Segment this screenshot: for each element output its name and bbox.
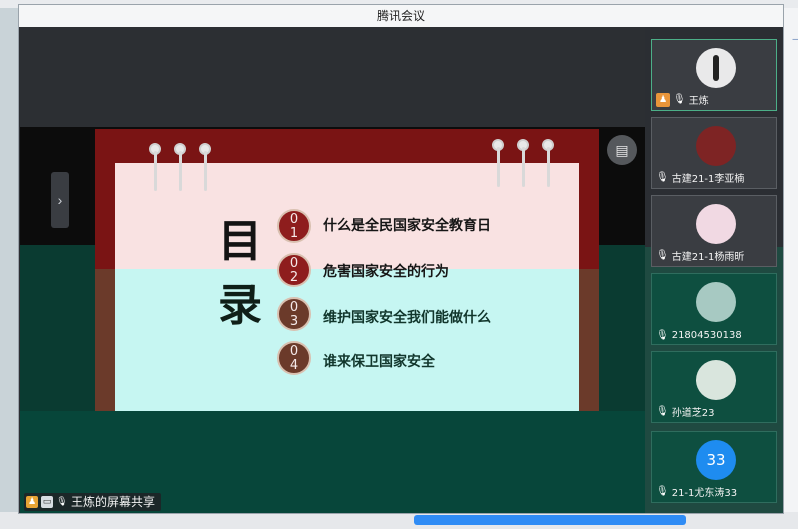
- background-bottom: [0, 512, 798, 529]
- participant-name: 孙道芝23: [671, 408, 715, 419]
- participant-avatar: [696, 204, 736, 244]
- background-window-left: [0, 8, 20, 529]
- participant-name: 古建21-1杨雨昕: [671, 252, 745, 263]
- participant-tile[interactable]: 🎙 孙道芝23: [651, 351, 777, 423]
- toc-number-top: 0: [289, 256, 299, 271]
- participant-tile[interactable]: 33 🎙 21-1尤东涛33: [651, 431, 777, 503]
- slide-frame-right: [579, 269, 599, 411]
- binder-ring-stem: [179, 151, 182, 191]
- participant-name: 王炼: [688, 96, 709, 107]
- toc-number-bottom: 1: [289, 226, 299, 241]
- binder-ring-stem: [204, 151, 207, 191]
- host-icon: ♟: [26, 496, 38, 508]
- participant-name-row: ♟ 🎙 王炼: [656, 92, 709, 107]
- toc-number-top: 0: [289, 300, 299, 315]
- silhouette-icon: [696, 48, 736, 88]
- toc-number-badge: 0 3: [277, 297, 311, 331]
- microphone-muted-icon: 🎙: [656, 486, 669, 497]
- meeting-window: 腾讯会议 目 录 0 1 什么是全民国家安全教育日 0 2 危害国家安全的行为 …: [18, 4, 784, 514]
- host-icon: ♟: [656, 92, 670, 107]
- slide-title-char: 目: [218, 216, 262, 267]
- toc-number-badge: 0 2: [277, 253, 311, 287]
- screen-share-text: 王炼的屏幕共享: [71, 495, 156, 509]
- desktop: — 腾讯会议: [0, 0, 798, 529]
- slide-paper-lower: [115, 269, 579, 411]
- toc-item: 谁来保卫国家安全: [323, 354, 435, 370]
- participant-name-row: 🎙 21-1尤东涛33: [656, 484, 737, 499]
- toc-number-bottom: 4: [289, 358, 299, 373]
- screen-share-label: ♟ ▭ 🎙 王炼的屏幕共享: [24, 493, 162, 511]
- participant-name-row: 🎙 古建21-1李亚楠: [656, 170, 744, 185]
- participant-tile[interactable]: 🎙 古建21-1李亚楠: [651, 117, 777, 189]
- toc-item: 维护国家安全我们能做什么: [323, 310, 491, 326]
- toc-number-top: 0: [289, 212, 299, 227]
- microphone-icon: 🎙: [673, 94, 686, 105]
- toc-number-badge: 0 4: [277, 341, 311, 375]
- participant-name-row: 🎙 21804530138: [656, 330, 742, 341]
- background-text: —: [792, 34, 798, 45]
- participant-name-row: 🎙 孙道芝23: [656, 404, 714, 419]
- participant-avatar: [696, 126, 736, 166]
- slide-frame-left: [95, 269, 115, 411]
- microphone-icon: 🎙: [56, 497, 68, 507]
- binder-ring-stem: [547, 147, 550, 187]
- participant-tile[interactable]: 🎙 古建21-1杨雨昕: [651, 195, 777, 267]
- toc-number-badge: 0 1: [277, 209, 311, 243]
- stage-top-bg: [20, 27, 645, 127]
- participant-avatar: [696, 360, 736, 400]
- toc-number-bottom: 2: [289, 270, 299, 285]
- microphone-muted-icon: 🎙: [656, 330, 669, 341]
- participant-avatar: [696, 282, 736, 322]
- microphone-muted-icon: 🎙: [656, 250, 669, 261]
- next-page-button[interactable]: ›: [51, 172, 69, 228]
- participant-tile[interactable]: ♟ 🎙 王炼: [651, 39, 777, 111]
- screen-share-icon: ▭: [41, 496, 53, 508]
- slide-title-char: 录: [218, 280, 262, 331]
- shared-screen-area: 目 录 0 1 什么是全民国家安全教育日 0 2 危害国家安全的行为 0 3 维…: [20, 27, 645, 513]
- microphone-muted-icon: 🎙: [656, 406, 669, 417]
- participant-avatar: 33: [696, 440, 736, 480]
- layout-toggle-icon[interactable]: ▤: [607, 135, 637, 165]
- background-blue-button: [414, 515, 686, 525]
- participant-name: 古建21-1李亚楠: [671, 174, 745, 185]
- participant-panel: ♟ 🎙 王炼 🎙 古建21-1李亚楠 🎙 古建21-1杨雨昕 🎙 2180453…: [645, 27, 783, 513]
- background-window-right: —: [784, 8, 798, 529]
- toc-item: 什么是全民国家安全教育日: [323, 218, 491, 234]
- microphone-muted-icon: 🎙: [656, 172, 669, 183]
- participant-tile[interactable]: 🎙 21804530138: [651, 273, 777, 345]
- window-title: 腾讯会议: [19, 5, 783, 27]
- binder-ring-stem: [497, 147, 500, 187]
- participant-name: 21804530138: [671, 330, 742, 341]
- toc-number-top: 0: [289, 344, 299, 359]
- binder-ring-stem: [154, 151, 157, 191]
- participant-name: 21-1尤东涛33: [671, 488, 738, 499]
- toc-number-bottom: 3: [289, 314, 299, 329]
- binder-ring-stem: [522, 147, 525, 187]
- presentation-slide: 目 录 0 1 什么是全民国家安全教育日 0 2 危害国家安全的行为 0 3 维…: [95, 129, 599, 411]
- toc-item: 危害国家安全的行为: [323, 264, 449, 280]
- participant-name-row: 🎙 古建21-1杨雨昕: [656, 248, 744, 263]
